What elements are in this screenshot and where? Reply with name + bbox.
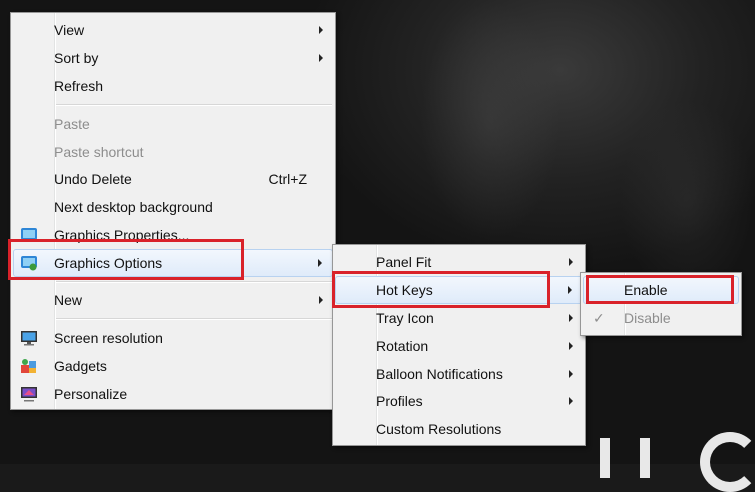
menu-item-screen-resolution[interactable]: Screen resolution bbox=[13, 324, 333, 352]
checkmark-icon: ✓ bbox=[593, 310, 605, 326]
menu-item-label: Gadgets bbox=[54, 358, 107, 374]
annotation-highlight-enable bbox=[586, 275, 734, 304]
menu-item-label: Tray Icon bbox=[376, 310, 434, 326]
menu-item-disable[interactable]: ✓ Disable bbox=[583, 304, 739, 332]
menu-separator bbox=[56, 104, 332, 106]
menu-item-label: New bbox=[54, 292, 83, 308]
submenu-arrow-icon bbox=[569, 258, 573, 266]
menu-item-new[interactable]: New bbox=[13, 286, 333, 314]
menu-separator bbox=[56, 281, 332, 283]
menu-item-sort-by[interactable]: Sort by bbox=[13, 44, 333, 72]
menu-item-paste-shortcut[interactable]: Paste shortcut bbox=[13, 138, 333, 166]
submenu-arrow-icon bbox=[569, 314, 573, 322]
menu-item-balloon-notifications[interactable]: Balloon Notifications bbox=[335, 360, 583, 388]
menu-item-personalize[interactable]: Personalize bbox=[13, 380, 333, 408]
menu-item-rotation[interactable]: Rotation bbox=[335, 332, 583, 360]
menu-item-undo-delete[interactable]: Undo Delete Ctrl+Z bbox=[13, 165, 333, 193]
menu-item-view[interactable]: View bbox=[13, 16, 333, 44]
submenu-arrow-icon bbox=[319, 54, 323, 62]
menu-separator bbox=[56, 318, 332, 320]
wallpaper-lettering bbox=[640, 438, 650, 478]
menu-item-label: Sort by bbox=[54, 50, 99, 66]
menu-item-label: Disable bbox=[624, 310, 671, 326]
wallpaper-lettering bbox=[600, 438, 610, 478]
menu-item-label: Personalize bbox=[54, 386, 128, 402]
submenu-arrow-icon bbox=[569, 397, 573, 405]
menu-item-custom-resolutions[interactable]: Custom Resolutions bbox=[335, 415, 583, 443]
annotation-highlight-hot-keys bbox=[332, 271, 550, 308]
submenu-arrow-icon bbox=[319, 26, 323, 34]
menu-item-paste[interactable]: Paste bbox=[13, 110, 333, 138]
desktop-context-menu: View Sort by Refresh Paste Paste shortcu… bbox=[10, 12, 336, 410]
wallpaper-shade bbox=[620, 100, 755, 300]
wallpaper-shade bbox=[420, 0, 560, 240]
menu-item-tray-icon[interactable]: Tray Icon bbox=[335, 304, 583, 332]
menu-item-refresh[interactable]: Refresh bbox=[13, 72, 333, 100]
menu-item-label: Paste shortcut bbox=[54, 144, 144, 160]
menu-item-label: Rotation bbox=[376, 338, 429, 354]
menu-item-label: Paste bbox=[54, 116, 90, 132]
menu-item-label: Balloon Notifications bbox=[376, 366, 503, 382]
menu-item-label: View bbox=[54, 22, 85, 38]
menu-item-label: Screen resolution bbox=[54, 330, 163, 346]
menu-item-label: Next desktop background bbox=[54, 199, 213, 215]
submenu-arrow-icon bbox=[319, 296, 323, 304]
submenu-arrow-icon bbox=[318, 259, 322, 267]
submenu-arrow-icon bbox=[569, 342, 573, 350]
wallpaper-lettering bbox=[700, 432, 755, 492]
menu-item-label: Profiles bbox=[376, 393, 423, 409]
menu-item-label: Refresh bbox=[54, 78, 104, 94]
menu-item-shortcut: Ctrl+Z bbox=[268, 171, 308, 187]
screen-resolution-icon bbox=[21, 331, 37, 346]
submenu-arrow-icon bbox=[568, 286, 572, 294]
personalize-icon bbox=[21, 387, 37, 402]
menu-item-label: Undo Delete bbox=[54, 171, 132, 187]
gadgets-icon bbox=[21, 359, 36, 373]
menu-item-label: Custom Resolutions bbox=[376, 421, 502, 437]
menu-item-profiles[interactable]: Profiles bbox=[335, 387, 583, 415]
submenu-arrow-icon bbox=[569, 370, 573, 378]
menu-item-gadgets[interactable]: Gadgets bbox=[13, 352, 333, 380]
menu-item-next-desktop-background[interactable]: Next desktop background bbox=[13, 193, 333, 221]
annotation-highlight-graphics-options bbox=[8, 239, 244, 280]
